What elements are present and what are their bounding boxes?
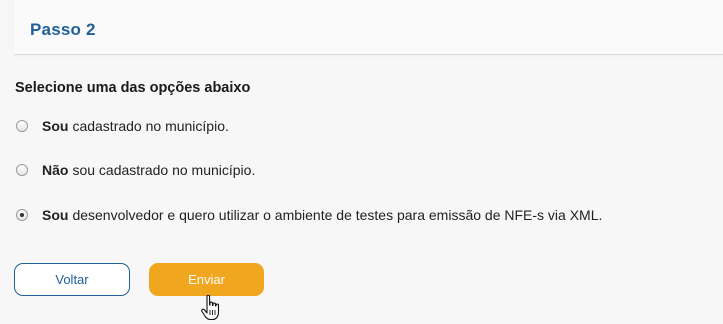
option-developer[interactable]: Sou desenvolvedor e quero utilizar o amb… [16,207,602,223]
options-question: Selecione uma das opções abaixo [15,80,251,96]
radio-not-registered[interactable] [16,164,28,176]
option-not-registered-text: sou cadastrado no município. [72,162,256,178]
option-not-registered-bold: Não [42,162,69,178]
option-developer-text: desenvolvedor e quero utilizar o ambient… [72,207,603,223]
option-registered-text: cadastrado no município. [72,118,229,134]
radio-registered[interactable] [16,120,28,132]
option-registered[interactable]: Sou cadastrado no município. [16,118,229,134]
radio-developer[interactable] [16,209,28,221]
back-button[interactable]: Voltar [14,263,130,296]
option-registered-bold: Sou [42,118,69,134]
step-title: Passo 2 [30,20,96,39]
option-not-registered[interactable]: Não sou cadastrado no município. [16,162,255,178]
option-developer-bold: Sou [42,207,69,223]
send-button[interactable]: Enviar [149,263,264,296]
step-header: Passo 2 [14,0,723,55]
hand-pointer-icon [201,295,220,321]
